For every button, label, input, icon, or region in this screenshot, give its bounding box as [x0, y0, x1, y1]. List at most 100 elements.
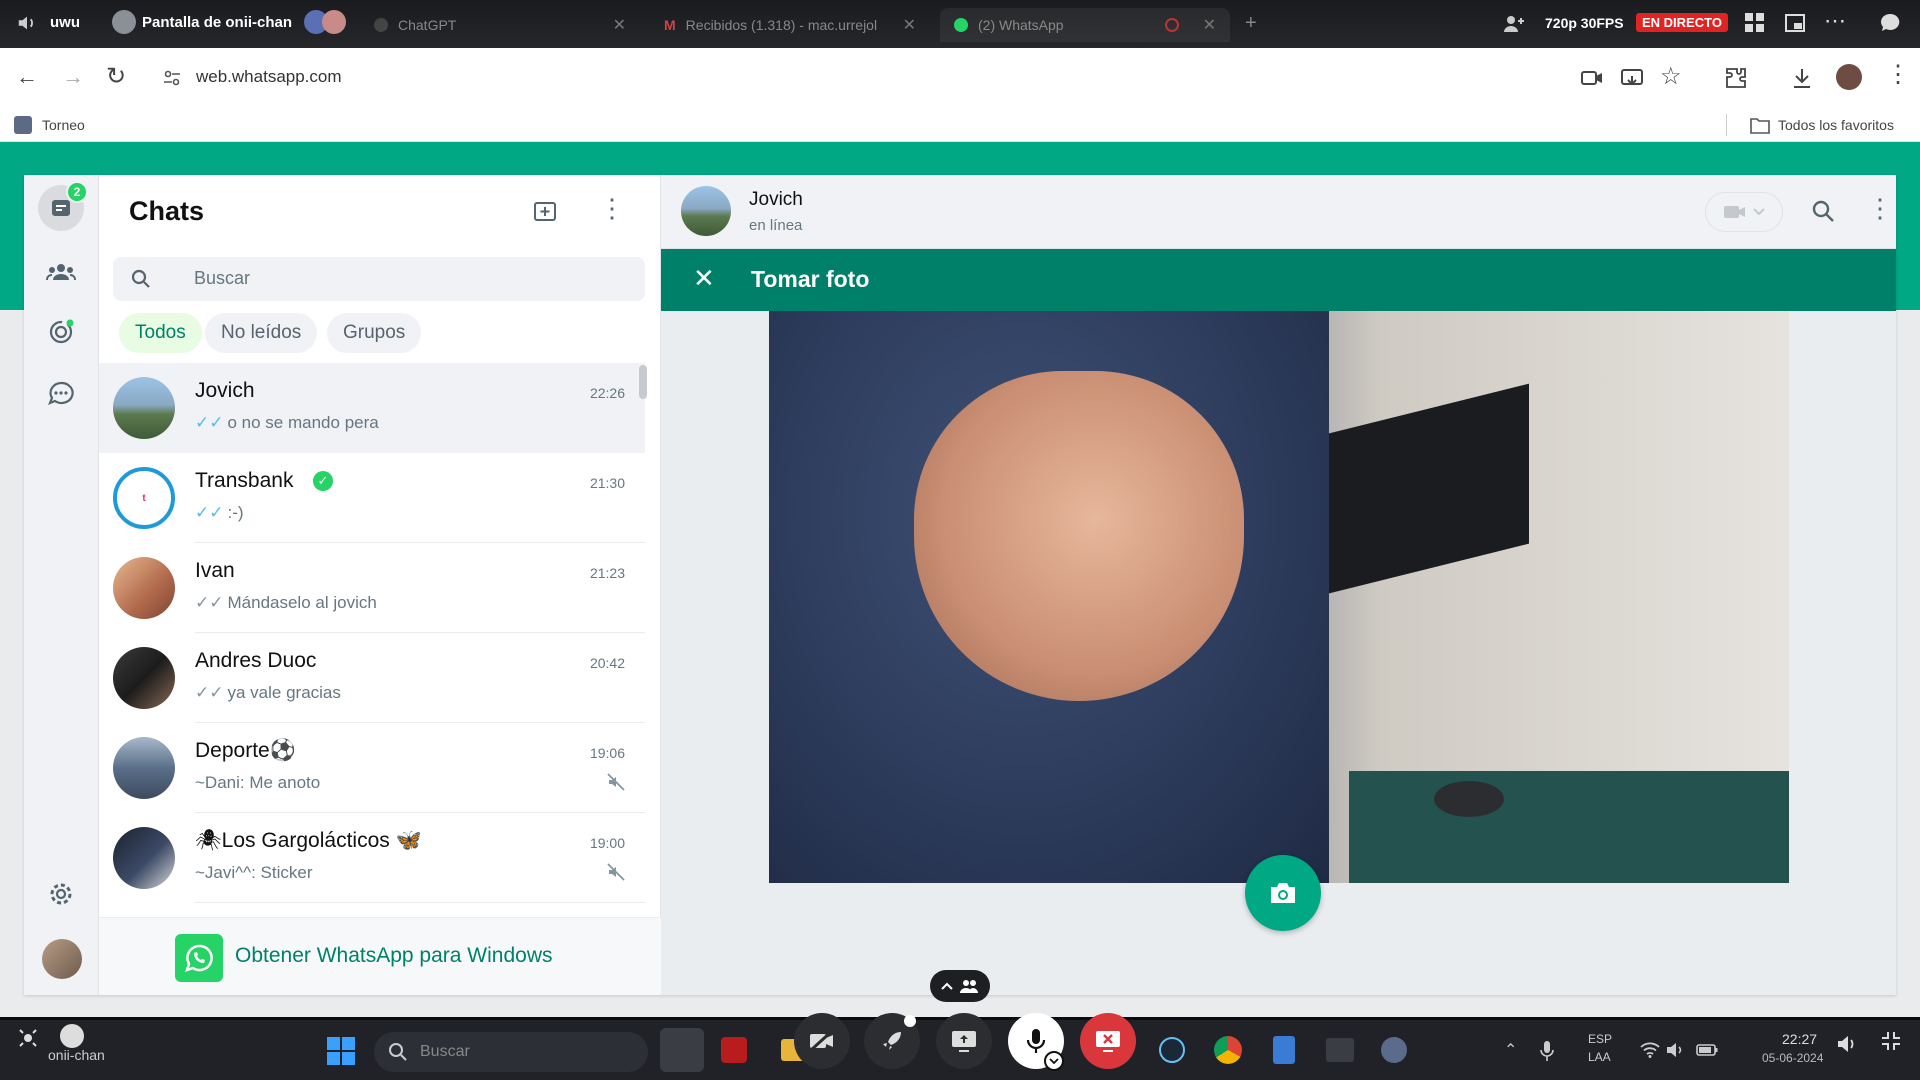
chat-row-jovich[interactable]: Jovich 22:26 ✓✓ o no se mando pera [99, 363, 645, 453]
clock-time[interactable]: 22:27 [1782, 1031, 1817, 1047]
chat-name: 🕷Los Gargolácticos 🦋 [195, 829, 422, 852]
settings-icon[interactable] [1372, 1028, 1416, 1072]
url-text[interactable]: web.whatsapp.com [196, 67, 342, 87]
list-scrollbar[interactable] [639, 365, 647, 399]
exit-fullscreen-icon[interactable] [1880, 1030, 1902, 1052]
bookmark-torneo[interactable]: Torneo [42, 117, 85, 133]
rail-chats-button[interactable]: 2 [38, 181, 88, 231]
back-icon[interactable]: ← [16, 64, 38, 90]
toggle-video-button[interactable] [794, 1013, 850, 1069]
reload-icon[interactable]: ↻ [106, 62, 126, 91]
taskbar-search[interactable]: Buscar [374, 1032, 648, 1072]
search-icon [131, 269, 151, 289]
muted-icon [607, 773, 625, 791]
cast-icon[interactable] [1620, 66, 1644, 90]
rail-communities-button[interactable] [38, 249, 84, 295]
stream-overlay-bar: uwu Pantalla de onii-chan ChatGPT ✕ M Re… [0, 0, 1920, 48]
speaker-icon[interactable] [1836, 1034, 1856, 1054]
volume-icon[interactable] [1666, 1042, 1686, 1058]
tab-whatsapp[interactable]: (2) WhatsApp ✕ [940, 8, 1230, 42]
screen-share-button[interactable] [936, 1013, 992, 1069]
app-icon[interactable] [712, 1028, 756, 1072]
windows-start-icon[interactable] [326, 1036, 356, 1066]
search-icon[interactable] [1811, 199, 1835, 223]
all-bookmarks[interactable]: Todos los favoritos [1778, 117, 1894, 133]
chat-time: 21:23 [589, 565, 625, 581]
star-icon[interactable]: ☆ [1660, 62, 1682, 91]
clock-date[interactable]: 05-06-2024 [1762, 1051, 1823, 1065]
wifi-icon[interactable] [1640, 1042, 1660, 1058]
new-chat-icon[interactable] [533, 199, 559, 223]
close-camera-icon[interactable]: ✕ [693, 263, 715, 294]
close-icon[interactable]: ✕ [903, 15, 916, 35]
activities-button[interactable] [864, 1013, 920, 1069]
search-input[interactable]: Buscar [194, 268, 250, 289]
tab-gmail[interactable]: M Recibidos (1.318) - mac.urrejol ✕ [650, 8, 930, 42]
video-call-button[interactable] [1705, 192, 1783, 232]
terminal-icon[interactable] [1318, 1028, 1362, 1072]
chat-bubble-icon[interactable] [1880, 12, 1902, 34]
preview-text: o no se mando pera [227, 413, 379, 432]
overlay-user-name: uwu [50, 14, 80, 31]
video-call-icon [1724, 206, 1745, 218]
new-tab-icon[interactable]: + [1245, 12, 1257, 35]
taskbar-search-input[interactable]: Buscar [420, 1043, 470, 1061]
stream-quality: 720p 30FPS [1545, 15, 1624, 31]
search-box[interactable]: Buscar [113, 257, 645, 301]
chat-row-andres-duoc[interactable]: Andres Duoc 20:42 ✓✓ ya vale gracias [99, 633, 645, 723]
filter-todos[interactable]: Todos [119, 313, 202, 353]
popout-icon[interactable] [1784, 12, 1806, 34]
video-camera-icon[interactable] [1580, 66, 1604, 90]
profile-avatar[interactable] [42, 939, 82, 979]
gmail-icon: M [664, 17, 676, 33]
speaker-icon[interactable] [16, 12, 38, 34]
notepad-icon[interactable] [1262, 1028, 1306, 1072]
tab-chatgpt[interactable]: ChatGPT ✕ [360, 8, 640, 42]
microphone-button[interactable] [1008, 1013, 1064, 1071]
site-info-icon[interactable] [162, 68, 182, 88]
chat-row-ivan[interactable]: Ivan 21:23 ✓✓ Mándaselo al jovich [99, 543, 645, 633]
tab-label: ChatGPT [398, 17, 457, 33]
language-bottom[interactable]: LAA [1588, 1050, 1611, 1064]
taskview-icon[interactable] [660, 1028, 704, 1072]
steam-icon[interactable] [1150, 1028, 1194, 1072]
menu-icon[interactable]: ⋮ [1886, 60, 1910, 89]
filter-no-leidos[interactable]: No leídos [205, 313, 318, 353]
close-icon[interactable]: ✕ [1203, 15, 1216, 35]
chat-row-deporte[interactable]: Deporte⚽ 19:06 ~Dani: Me anoto [99, 723, 645, 813]
chat-row-transbank[interactable]: t Transbank ✓ 21:30 ✓✓:-) [99, 453, 645, 543]
address-bar[interactable]: web.whatsapp.com [150, 56, 1530, 100]
rail-settings-button[interactable] [38, 871, 84, 917]
leave-call-button[interactable] [1080, 1013, 1136, 1069]
profile-avatar[interactable] [1836, 64, 1862, 90]
filter-grupos[interactable]: Grupos [327, 313, 422, 353]
close-icon[interactable]: ✕ [613, 15, 626, 35]
rail-status-button[interactable] [38, 309, 84, 355]
add-friend-icon[interactable] [1502, 12, 1526, 36]
get-app-banner[interactable]: Obtener WhatsApp para Windows [99, 917, 661, 995]
preview-text: ya vale gracias [227, 683, 341, 702]
conversation-header[interactable]: Jovich en línea ⋮ [661, 175, 1896, 249]
tray-chevron-icon[interactable]: ⌃ [1504, 1040, 1517, 1060]
mic-tray-icon[interactable] [1540, 1040, 1554, 1062]
rail-channels-button[interactable] [38, 371, 84, 417]
more-icon[interactable]: ⋯ [1824, 8, 1846, 34]
contact-avatar[interactable] [681, 186, 731, 236]
download-icon[interactable] [1790, 66, 1814, 90]
battery-icon[interactable] [1696, 1044, 1718, 1056]
emoji-icon[interactable] [60, 1024, 84, 1048]
conversation-menu-icon[interactable]: ⋮ [1867, 193, 1893, 224]
chat-row-los-gargolacticos[interactable]: 🕷Los Gargolácticos 🦋 19:00 ~Javi^^: Stic… [99, 813, 645, 903]
grid-icon[interactable] [1744, 12, 1766, 34]
take-photo-button[interactable] [1245, 855, 1321, 931]
chevron-down-icon[interactable] [1044, 1051, 1064, 1071]
forward-icon[interactable]: → [62, 64, 84, 90]
chat-name: Transbank [195, 469, 294, 492]
verified-icon: ✓ [313, 471, 333, 491]
communities-icon [46, 264, 76, 281]
language-top[interactable]: ESP [1588, 1032, 1612, 1046]
list-menu-icon[interactable]: ⋮ [599, 193, 625, 224]
chrome-icon[interactable] [1206, 1028, 1250, 1072]
expand-participants-button[interactable] [930, 970, 990, 1002]
extensions-icon[interactable] [1724, 66, 1748, 90]
